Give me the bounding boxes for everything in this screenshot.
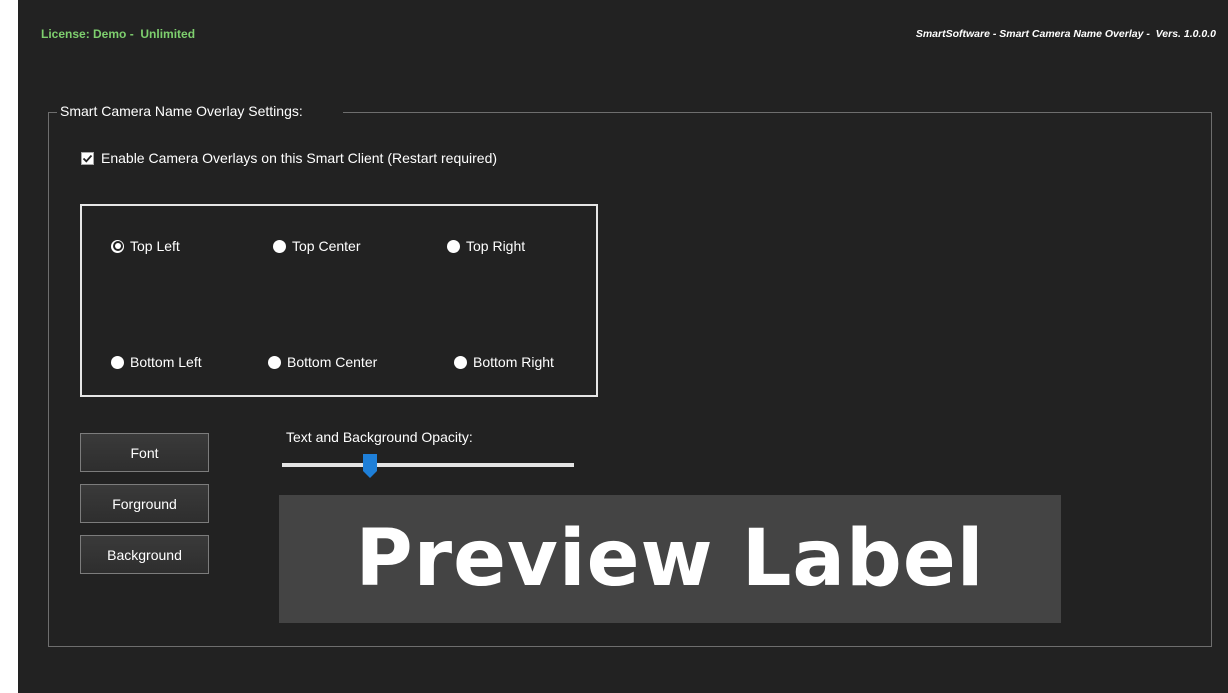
background-button[interactable]: Background bbox=[80, 535, 209, 574]
radio-top-center[interactable]: Top Center bbox=[273, 238, 360, 254]
slider-thumb[interactable] bbox=[362, 454, 377, 478]
preview-panel: Preview Label bbox=[279, 495, 1061, 623]
opacity-slider[interactable] bbox=[282, 450, 574, 478]
radio-bottom-right-label: Bottom Right bbox=[473, 354, 554, 370]
license-status: License: Demo - Unlimited bbox=[41, 27, 196, 41]
radio-bottom-center-label: Bottom Center bbox=[287, 354, 378, 370]
radio-top-left[interactable]: Top Left bbox=[111, 238, 180, 254]
slider-track[interactable] bbox=[282, 463, 574, 467]
radio-top-right-label: Top Right bbox=[466, 238, 526, 254]
enable-overlays-checkbox[interactable]: Enable Camera Overlays on this Smart Cli… bbox=[81, 150, 497, 166]
settings-group-title: Smart Camera Name Overlay Settings: bbox=[57, 103, 343, 119]
radio-top-right[interactable]: Top Right bbox=[447, 238, 525, 254]
radio-unselected-icon[interactable] bbox=[111, 355, 124, 369]
radio-unselected-icon[interactable] bbox=[454, 355, 467, 369]
radio-selected-icon[interactable] bbox=[111, 239, 124, 253]
enable-overlays-label: Enable Camera Overlays on this Smart Cli… bbox=[101, 150, 498, 166]
radio-top-center-label: Top Center bbox=[292, 238, 361, 254]
app-title: SmartSoftware - Smart Camera Name Overla… bbox=[915, 28, 1216, 40]
foreground-button[interactable]: Forground bbox=[80, 484, 209, 523]
font-button[interactable]: Font bbox=[80, 433, 209, 472]
radio-unselected-icon[interactable] bbox=[447, 239, 460, 253]
radio-unselected-icon[interactable] bbox=[268, 355, 281, 369]
settings-groupbox: Smart Camera Name Overlay Settings: Enab… bbox=[48, 103, 1212, 647]
radio-bottom-left[interactable]: Bottom Left bbox=[111, 354, 202, 370]
preview-label: Preview Label bbox=[355, 514, 985, 604]
radio-top-left-label: Top Left bbox=[130, 238, 180, 254]
radio-bottom-left-label: Bottom Left bbox=[130, 354, 202, 370]
overlay-settings-window: License: Demo - Unlimited SmartSoftware … bbox=[18, 0, 1228, 693]
radio-bottom-right[interactable]: Bottom Right bbox=[454, 354, 554, 370]
radio-bottom-center[interactable]: Bottom Center bbox=[268, 354, 377, 370]
radio-unselected-icon[interactable] bbox=[273, 239, 286, 253]
opacity-label: Text and Background Opacity: bbox=[286, 429, 473, 445]
position-selector: Top Left Top Center Top Right Bottom Lef… bbox=[80, 204, 598, 397]
checkbox-checked-icon[interactable] bbox=[81, 151, 94, 165]
